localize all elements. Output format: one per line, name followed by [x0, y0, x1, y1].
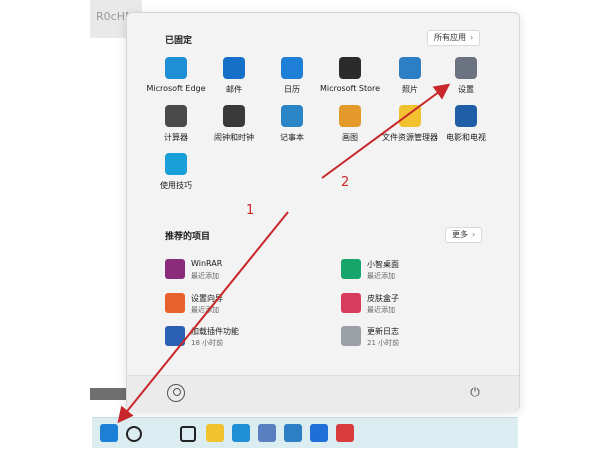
pinned-app-tile[interactable]: 电影和电视	[433, 105, 499, 143]
app-icon[interactable]	[258, 424, 276, 442]
calendar-icon	[281, 57, 303, 79]
pinned-app-label: 电影和电视	[446, 133, 486, 142]
recommended-item-time: 21 小时前	[367, 339, 400, 347]
pinned-app-label: 邮件	[226, 85, 242, 94]
recommended-title: 推荐的项目	[165, 232, 211, 242]
skin-icon	[341, 293, 361, 313]
pinned-app-tile[interactable]: 闹钟和时钟	[201, 105, 267, 143]
pinned-app-tile[interactable]: 邮件	[201, 57, 267, 95]
recommended-item-name: WinRAR	[191, 259, 223, 268]
app-red-icon[interactable]	[336, 424, 354, 442]
pinned-app-tile[interactable]: 使用技巧	[143, 153, 209, 191]
start-icon[interactable]	[100, 424, 118, 442]
pinned-app-label: 闹钟和时钟	[214, 133, 254, 142]
calculator-icon	[165, 105, 187, 127]
recommended-item[interactable]: 设置向导 最近添加	[165, 291, 315, 321]
movies-icon	[455, 105, 477, 127]
taskbar	[92, 417, 518, 448]
power-icon[interactable]: ⏻	[467, 384, 483, 400]
photos-icon	[399, 57, 421, 79]
recommended-item[interactable]: 更新日志 21 小时前	[341, 324, 491, 354]
pinned-app-tile[interactable]: 画图	[317, 105, 383, 143]
recommended-item-time: 最近添加	[191, 272, 219, 280]
pinned-app-label: 设置	[458, 85, 474, 94]
pinned-app-label: Microsoft Edge	[146, 84, 206, 93]
tips-icon	[165, 153, 187, 175]
annotation-label-1: 1	[246, 203, 255, 218]
pinned-app-tile[interactable]: 计算器	[143, 105, 209, 143]
more-button[interactable]: 更多 ›	[445, 227, 483, 243]
recommended-item-name: 更新日志	[367, 327, 399, 336]
document-icon	[341, 326, 361, 346]
recommended-item-time: 最近添加	[367, 306, 395, 314]
more-label: 更多	[452, 230, 468, 239]
edge-icon[interactable]	[232, 424, 250, 442]
pinned-title: 已固定	[165, 36, 193, 46]
pinned-app-tile[interactable]: 日历	[259, 57, 325, 95]
pinned-app-label: Microsoft Store	[319, 84, 381, 93]
chevron-right-icon: ›	[472, 230, 476, 239]
pinned-app-tile[interactable]: Microsoft Edge	[143, 57, 209, 93]
chevron-right-icon: ›	[470, 33, 474, 42]
recommended-item-name: 小智桌面	[367, 260, 399, 269]
recommended-item[interactable]: 加载插件功能 18 小时前	[165, 324, 315, 354]
desktop-icon	[341, 259, 361, 279]
store-icon	[339, 57, 361, 79]
pinned-app-label: 画图	[342, 133, 358, 142]
start-menu: 已固定 所有应用 › Microsoft Edge 邮件 日历 Microsoft St…	[126, 12, 520, 411]
winrar-icon	[165, 259, 185, 279]
recommended-item-name: 设置向导	[191, 294, 223, 303]
all-apps-label: 所有应用	[434, 33, 466, 42]
recommended-item-name: 加载插件功能	[191, 327, 239, 336]
recommended-item-name: 皮肤盒子	[367, 294, 399, 303]
recommended-item[interactable]: 皮肤盒子 最近添加	[341, 291, 491, 321]
pinned-app-label: 计算器	[164, 133, 188, 142]
mail-icon	[223, 57, 245, 79]
pinned-app-label: 使用技巧	[160, 181, 192, 190]
clock-icon	[223, 105, 245, 127]
recommended-item-time: 18 小时前	[191, 339, 224, 347]
recommended-item-time: 最近添加	[367, 272, 395, 280]
file-explorer-icon[interactable]	[206, 424, 224, 442]
photos-icon[interactable]	[284, 424, 302, 442]
folder-icon	[399, 105, 421, 127]
wizard-icon	[165, 293, 185, 313]
pinned-app-tile[interactable]: 设置	[433, 57, 499, 95]
pinned-app-tile[interactable]: Microsoft Store	[317, 57, 383, 93]
paint-icon	[339, 105, 361, 127]
gear-icon	[455, 57, 477, 79]
search-icon[interactable]	[126, 426, 142, 442]
defender-icon[interactable]	[310, 424, 328, 442]
background-bar	[90, 388, 130, 400]
recommended-item[interactable]: WinRAR 最近添加	[165, 257, 315, 287]
user-account-icon[interactable]	[167, 384, 185, 402]
edge-icon	[165, 57, 187, 79]
annotation-label-2: 2	[341, 175, 350, 190]
word-icon	[165, 326, 185, 346]
pinned-app-tile[interactable]: 记事本	[259, 105, 325, 143]
recommended-item[interactable]: 小智桌面 最近添加	[341, 257, 491, 287]
notepad-icon	[281, 105, 303, 127]
pinned-app-label: 日历	[284, 85, 300, 94]
all-apps-button[interactable]: 所有应用 ›	[427, 30, 481, 46]
recommended-item-time: 最近添加	[191, 306, 219, 314]
snap-layout-icon[interactable]	[180, 426, 196, 442]
pinned-app-label: 记事本	[280, 133, 304, 142]
start-menu-footer: ⏻	[127, 375, 519, 411]
